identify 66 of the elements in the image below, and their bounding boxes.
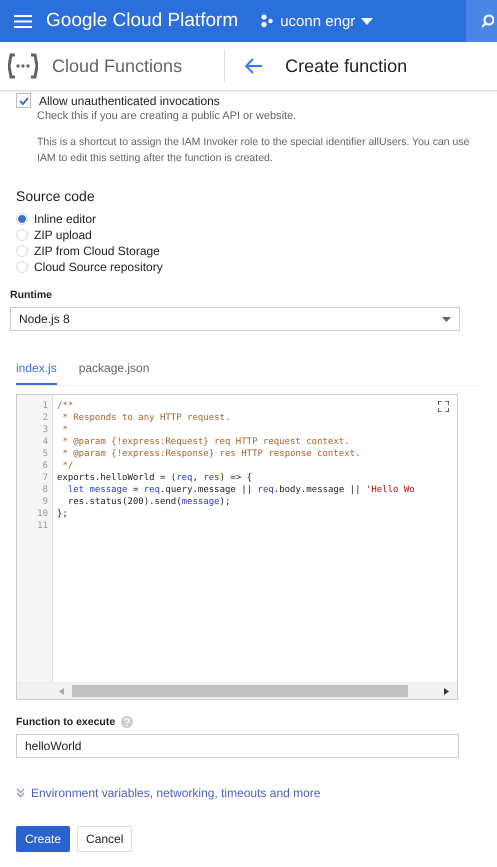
fullscreen-button[interactable] bbox=[438, 401, 449, 412]
radio-button[interactable] bbox=[16, 229, 28, 241]
radio-label: ZIP upload bbox=[34, 228, 92, 242]
scroll-right-icon[interactable] bbox=[444, 688, 449, 694]
code-line: */ bbox=[61, 460, 74, 472]
functions-icon bbox=[8, 53, 38, 79]
scrollbar-thumb[interactable] bbox=[72, 685, 408, 697]
line-number: 1 bbox=[42, 400, 49, 412]
line-number: 7 bbox=[42, 472, 49, 484]
line-number: 4 bbox=[42, 436, 49, 448]
line-number: 11 bbox=[36, 520, 49, 532]
checkbox-label: Allow unauthenticated invocations bbox=[39, 94, 220, 108]
radio-button[interactable] bbox=[16, 245, 28, 257]
field-label: Function to execute bbox=[16, 716, 116, 728]
create-button[interactable]: Create bbox=[16, 826, 70, 852]
runtime-select[interactable]: Node.js 8 bbox=[10, 307, 460, 331]
radio-label: Cloud Source repository bbox=[34, 260, 163, 274]
help-icon[interactable] bbox=[121, 716, 134, 728]
caret-icon bbox=[442, 316, 451, 322]
code-line: exports.helloWorld = (req, res) => { bbox=[57, 472, 254, 484]
note-text: This is a shortcut to assign the IAM Invoker role to the special identifier allUsers. You can use IAM to edit this setting after the function is created. bbox=[37, 135, 470, 166]
expand-icon bbox=[16, 788, 25, 798]
caret-icon bbox=[361, 18, 374, 24]
line-number: 9 bbox=[42, 496, 49, 508]
page-title: Create function bbox=[285, 56, 408, 76]
field-label: Runtime bbox=[10, 289, 53, 301]
code-line: res.status(200).send(message); bbox=[66, 496, 232, 508]
back-button[interactable] bbox=[245, 58, 264, 74]
radio-button[interactable] bbox=[16, 261, 28, 273]
code-line: * @param {!express:Response} res HTTP response context. bbox=[61, 448, 362, 460]
menu-button[interactable] bbox=[14, 14, 32, 28]
radio-button[interactable] bbox=[16, 213, 28, 225]
checkbox[interactable] bbox=[16, 93, 31, 108]
menu-icon bbox=[14, 14, 32, 28]
product-title: Cloud Functions bbox=[52, 56, 182, 76]
line-number: 5 bbox=[42, 448, 49, 460]
radio-label: ZIP from Cloud Storage bbox=[34, 244, 160, 258]
section-title: Source code bbox=[16, 188, 96, 204]
code-line: * bbox=[61, 424, 69, 436]
file-tab[interactable]: package.json bbox=[78, 361, 150, 385]
radio-label: Inline editor bbox=[34, 212, 96, 226]
check-icon bbox=[18, 96, 28, 104]
more-options-link[interactable]: Environment variables, networking, timeouts and more bbox=[16, 786, 481, 800]
scroll-left-icon[interactable] bbox=[59, 688, 64, 694]
fullscreen-icon bbox=[438, 401, 449, 412]
file-tab[interactable]: index.js bbox=[16, 361, 57, 385]
cancel-button[interactable]: Cancel bbox=[77, 826, 132, 852]
project-icon bbox=[260, 14, 274, 28]
back-arrow-icon bbox=[245, 58, 264, 74]
line-number: 3 bbox=[42, 424, 49, 436]
platform-title: Google Cloud Platform bbox=[46, 10, 238, 32]
line-number: 8 bbox=[42, 484, 49, 496]
line-number: 10 bbox=[36, 508, 49, 520]
line-number: 6 bbox=[42, 460, 49, 472]
line-number: 2 bbox=[42, 412, 49, 424]
search-icon bbox=[482, 14, 494, 28]
code-line: let message = req.query.message || req.body.message || 'Hello Wo bbox=[66, 484, 416, 496]
code-line: * Responds to any HTTP request. bbox=[61, 412, 232, 424]
hint-text: Check this if you are creating a public API or website. bbox=[37, 109, 298, 124]
search-button[interactable] bbox=[466, 0, 497, 42]
code-line: /** bbox=[57, 400, 74, 412]
code-line: * @param {!express:Request} req HTTP request context. bbox=[61, 436, 351, 448]
function-input[interactable]: helloWorld bbox=[16, 734, 459, 758]
project-selector[interactable]: uconn engr bbox=[260, 12, 374, 30]
horizontal-scrollbar[interactable] bbox=[17, 682, 457, 699]
code-line: }; bbox=[57, 508, 69, 520]
